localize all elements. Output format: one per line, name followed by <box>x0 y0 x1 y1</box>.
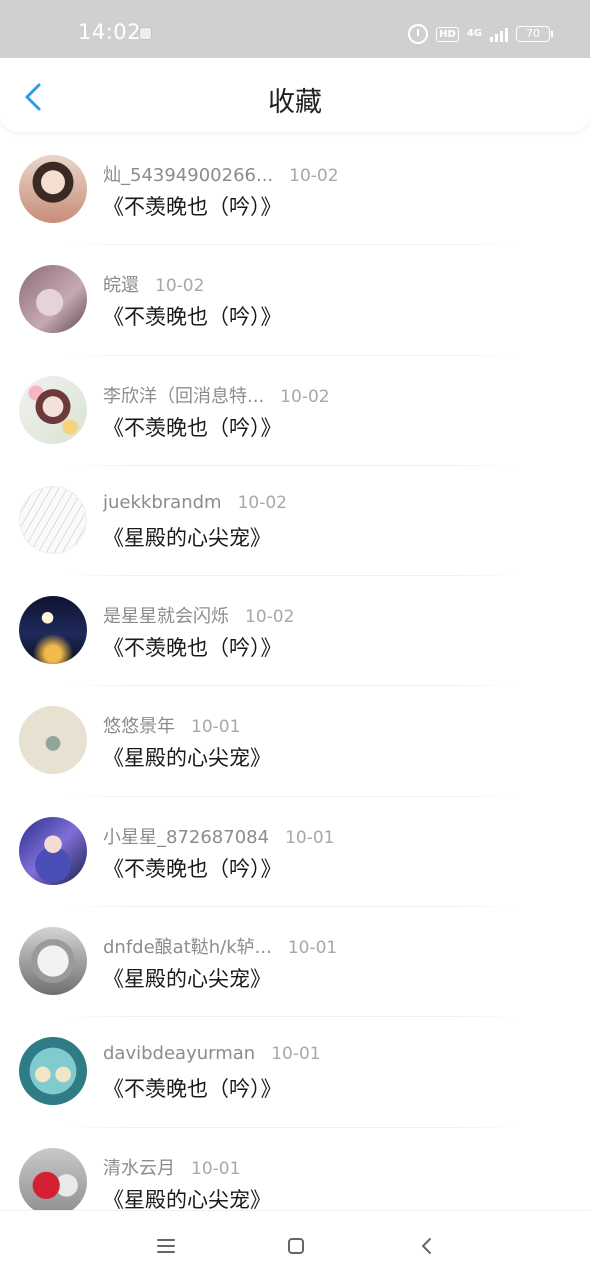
favorite-date: 10-01 <box>287 938 338 959</box>
favorite-date: 10-02 <box>280 386 330 407</box>
list-item[interactable]: davibdeayurman 10-01 《不羡晚也（吟）》 <box>0 1017 590 1128</box>
user-nickname: 李欣洋（回消息特... <box>103 385 265 407</box>
favorites-list: 灿_54394900266... 10-02 《不羡晚也（吟）》 皖還 10-02 … <box>0 135 590 1238</box>
user-avatar[interactable] <box>19 265 87 334</box>
list-item[interactable]: 小星星_872687084 10-01 《不羡晚也（吟）》 <box>0 797 590 908</box>
favorite-date: 10-02 <box>245 607 295 628</box>
list-item[interactable]: 是星星就会闪烁 10-02 《不羡晚也（吟）》 <box>0 576 590 687</box>
status-icons: HD 4G 70 <box>408 22 553 46</box>
user-nickname: davibdeayurman <box>103 1043 256 1065</box>
user-avatar[interactable] <box>19 816 87 885</box>
favorite-date: 10-02 <box>289 166 339 186</box>
user-nickname: 是星星就会闪烁 <box>103 606 229 628</box>
user-avatar[interactable] <box>19 706 87 775</box>
alarm-icon <box>408 24 429 44</box>
app-notification-icon <box>139 27 152 40</box>
battery-icon: 70 <box>516 26 553 42</box>
work-title: 《不羡晚也（吟）》 <box>103 1077 282 1102</box>
list-item[interactable]: 悠悠景年 10-01 《星殿的心尖宠》 <box>0 686 590 797</box>
work-title: 《不羡晚也（吟）》 <box>103 856 282 881</box>
network-type: 4G <box>466 28 482 39</box>
work-title: 《不羡晚也（吟）》 <box>103 305 282 330</box>
status-time: 14:02 <box>78 20 142 44</box>
list-item[interactable]: 李欣洋（回消息特... 10-02 《不羡晚也（吟）》 <box>0 356 590 466</box>
favorite-date: 10-02 <box>237 492 287 513</box>
page-title: 收藏 <box>268 87 322 118</box>
work-title: 《不羡晚也（吟）》 <box>103 636 282 661</box>
user-nickname: dnfde酿at鞑h/k轳... <box>103 937 272 959</box>
app-header: 收藏 <box>0 58 590 132</box>
menu-icon[interactable] <box>146 1229 186 1263</box>
system-nav-bar <box>0 1210 590 1280</box>
user-nickname: 皖還 <box>103 275 139 297</box>
user-nickname: 悠悠景年 <box>103 716 175 738</box>
user-nickname: 清水云月 <box>103 1157 175 1179</box>
favorite-date: 10-01 <box>191 1158 241 1179</box>
favorite-date: 10-01 <box>285 827 335 848</box>
user-avatar[interactable] <box>19 596 87 665</box>
favorite-date: 10-01 <box>271 1044 321 1065</box>
work-title: 《星殿的心尖宠》 <box>103 746 271 771</box>
user-nickname: 小星星_872687084 <box>103 826 270 848</box>
user-avatar[interactable] <box>19 375 87 444</box>
hd-badge: HD <box>436 26 459 42</box>
signal-icon <box>490 26 508 42</box>
list-item[interactable]: 皖還 10-02 《不羡晚也（吟）》 <box>0 245 590 356</box>
list-item[interactable]: dnfde酿at鞑h/k轳... 10-01 《星殿的心尖宠》 <box>0 907 590 1018</box>
user-avatar[interactable] <box>19 927 87 996</box>
user-avatar[interactable] <box>19 1037 87 1106</box>
work-title: 《星殿的心尖宠》 <box>103 525 271 550</box>
back-triangle-icon[interactable] <box>406 1229 446 1263</box>
user-avatar[interactable] <box>19 485 87 554</box>
list-item[interactable]: juekkbrandm 10-02 《星殿的心尖宠》 <box>0 466 590 577</box>
favorite-date: 10-02 <box>155 276 205 297</box>
list-item[interactable]: 灿_54394900266... 10-02 《不羡晚也（吟）》 <box>0 135 590 246</box>
status-bar: 14:02 HD 4G 70 <box>0 0 590 58</box>
user-avatar[interactable] <box>19 1147 87 1216</box>
work-title: 《不羡晚也（吟）》 <box>103 415 282 440</box>
favorite-date: 10-01 <box>191 717 241 738</box>
work-title: 《星殿的心尖宠》 <box>103 967 271 992</box>
home-square-icon[interactable] <box>276 1229 316 1263</box>
user-nickname: juekkbrandm <box>103 491 222 513</box>
work-title: 《不羡晚也（吟）》 <box>103 195 282 219</box>
user-nickname: 灿_54394900266... <box>103 165 274 186</box>
user-avatar[interactable] <box>19 155 87 223</box>
